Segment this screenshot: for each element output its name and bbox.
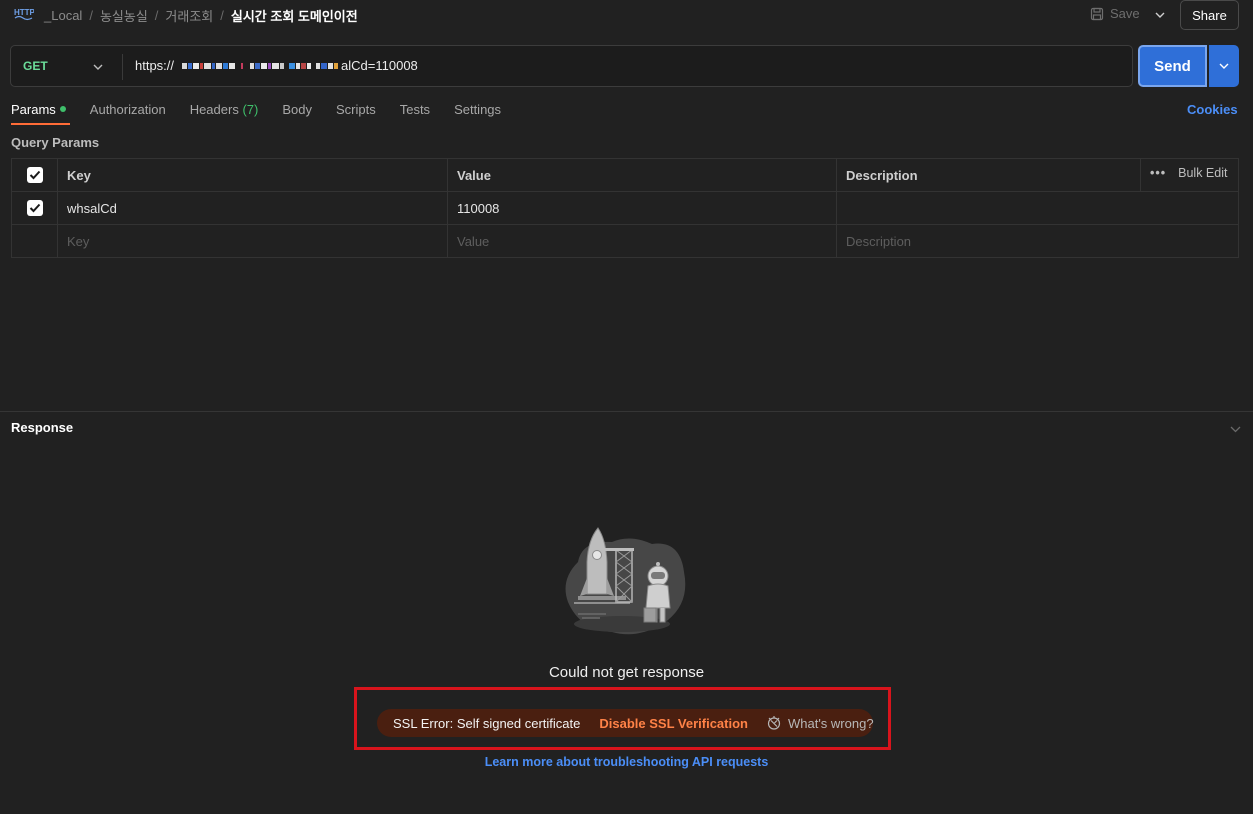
top-bar: HTTP _Local / 농실농실 / 거래조회 / 실시간 조회 도메인이전… (0, 0, 1253, 30)
http-icon: HTTP (14, 6, 36, 22)
chevron-down-icon (1155, 12, 1165, 18)
tab-tests[interactable]: Tests (400, 102, 430, 126)
cookies-link[interactable]: Cookies (1187, 102, 1238, 117)
breadcrumb-item-folder[interactable]: 농실농실 (100, 6, 148, 25)
debug-icon (767, 716, 781, 730)
pane-resize-handle[interactable] (0, 411, 1253, 412)
method-select[interactable]: GET (23, 59, 48, 73)
save-icon (1090, 7, 1104, 20)
table-header-row: Key Value Description ••• Bulk Edit (12, 159, 1238, 192)
new-param-value-input[interactable]: Value (447, 225, 836, 257)
request-bar: GET https:// alCd=110008 (10, 45, 1133, 87)
column-header-description: Description (836, 159, 1140, 191)
active-params-indicator (59, 106, 66, 112)
breadcrumb-item-collection[interactable]: _Local (44, 8, 82, 23)
breadcrumb-separator: / (89, 8, 93, 23)
request-name[interactable]: 실시간 조회 도메인이전 (231, 6, 358, 25)
send-button[interactable]: Send (1138, 45, 1207, 87)
breadcrumb: _Local / 농실농실 / 거래조회 / 실시간 조회 도메인이전 (44, 6, 358, 25)
more-dots-icon[interactable]: ••• (1150, 166, 1166, 180)
new-param-description-input[interactable]: Description (836, 225, 1238, 257)
tab-authorization[interactable]: Authorization (90, 102, 166, 126)
breadcrumb-item-subfolder[interactable]: 거래조회 (165, 6, 213, 25)
param-key-input[interactable]: whsalCd (57, 192, 447, 224)
url-suffix: alCd=110008 (341, 58, 418, 73)
query-params-title: Query Params (11, 135, 100, 150)
tab-settings[interactable]: Settings (454, 102, 501, 126)
breadcrumb-separator: / (154, 8, 159, 23)
checkbox-checked-icon[interactable] (26, 200, 43, 216)
new-param-key-input[interactable]: Key (57, 225, 447, 257)
tab-headers[interactable]: Headers (7) (190, 102, 259, 126)
tab-params[interactable]: Params (11, 102, 70, 126)
rocket-astronaut-illustration (560, 522, 690, 640)
headers-count: (7) (242, 102, 259, 117)
column-header-key: Key (57, 159, 447, 191)
row-checkbox-cell (12, 225, 57, 257)
param-value-input[interactable]: 110008 (447, 192, 836, 224)
column-header-value: Value (447, 159, 836, 191)
svg-text:HTTP: HTTP (14, 8, 34, 17)
save-label: Save (1110, 6, 1140, 21)
disable-ssl-verification-button[interactable]: Disable SSL Verification (599, 716, 748, 731)
redacted-url-segment (182, 60, 339, 72)
table-row: whsalCd 110008 (12, 192, 1238, 225)
select-all-cell (12, 159, 57, 191)
param-description-input[interactable] (836, 192, 1238, 224)
bulk-edit-label: Bulk Edit (1178, 166, 1228, 180)
whats-wrong-label: What's wrong? (787, 715, 874, 731)
breadcrumb-separator: / (220, 8, 224, 23)
tab-label: Headers (189, 102, 239, 117)
ssl-error-text: SSL Error: Self signed certificate (393, 715, 581, 731)
tab-body[interactable]: Body (282, 102, 312, 126)
ssl-error-banner: SSL Error: Self signed certificate Disab… (377, 709, 874, 737)
response-title: Response (11, 420, 74, 435)
learn-more-link[interactable]: Learn more about troubleshooting API req… (0, 755, 1253, 769)
chevron-down-icon[interactable] (93, 58, 103, 73)
tab-scripts[interactable]: Scripts (336, 102, 376, 126)
save-button[interactable]: Save (1090, 6, 1140, 21)
table-row-empty: Key Value Description (12, 225, 1238, 258)
chevron-down-icon[interactable] (1230, 421, 1241, 436)
tab-label: Params (11, 102, 56, 117)
request-tabs: Params Authorization Headers (7) Body Sc… (11, 102, 525, 126)
row-checkbox-cell (12, 192, 57, 224)
bulk-edit-button[interactable]: ••• Bulk Edit (1150, 166, 1227, 180)
query-params-table: Key Value Description ••• Bulk Edit whsa… (11, 158, 1239, 258)
divider (122, 54, 123, 80)
url-prefix: https:// (135, 58, 175, 73)
chevron-down-icon (1219, 63, 1229, 69)
url-input[interactable]: https:// alCd=110008 (135, 58, 418, 73)
send-options-button[interactable] (1209, 45, 1239, 87)
share-button[interactable]: Share (1180, 0, 1239, 30)
save-options-button[interactable] (1150, 6, 1170, 24)
whats-wrong-button[interactable]: What's wrong? (766, 715, 874, 731)
checkbox-checked-icon[interactable] (26, 167, 43, 183)
response-error-message: Could not get response (548, 664, 705, 681)
